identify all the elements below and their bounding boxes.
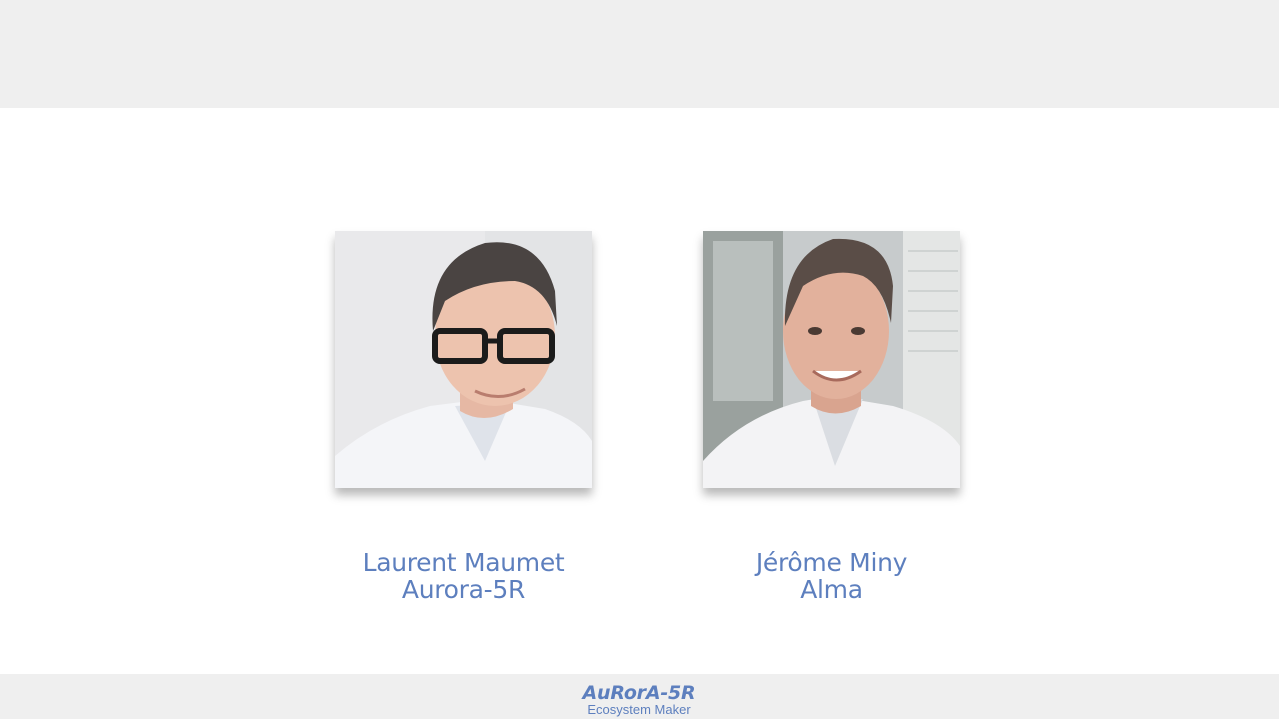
portrait-photo bbox=[703, 231, 960, 488]
person-caption: Laurent Maumet Aurora-5R bbox=[275, 549, 652, 603]
person-caption: Jérôme Miny Alma bbox=[643, 549, 1020, 603]
portrait-photo bbox=[335, 231, 592, 488]
person-card-1: Laurent Maumet Aurora-5R bbox=[335, 231, 592, 603]
person-name: Jérôme Miny bbox=[755, 548, 908, 577]
aurora-logo: AuRorA-5R Ecosystem Maker bbox=[539, 683, 739, 716]
person-org: Alma bbox=[800, 575, 863, 604]
person-card-2: Jérôme Miny Alma bbox=[703, 231, 960, 603]
logo-tagline: Ecosystem Maker bbox=[587, 702, 691, 717]
person-name: Laurent Maumet bbox=[362, 548, 565, 577]
person-org: Aurora-5R bbox=[401, 575, 526, 604]
header-band bbox=[0, 0, 1279, 108]
logo-name: AuRorA-5R bbox=[582, 682, 696, 704]
